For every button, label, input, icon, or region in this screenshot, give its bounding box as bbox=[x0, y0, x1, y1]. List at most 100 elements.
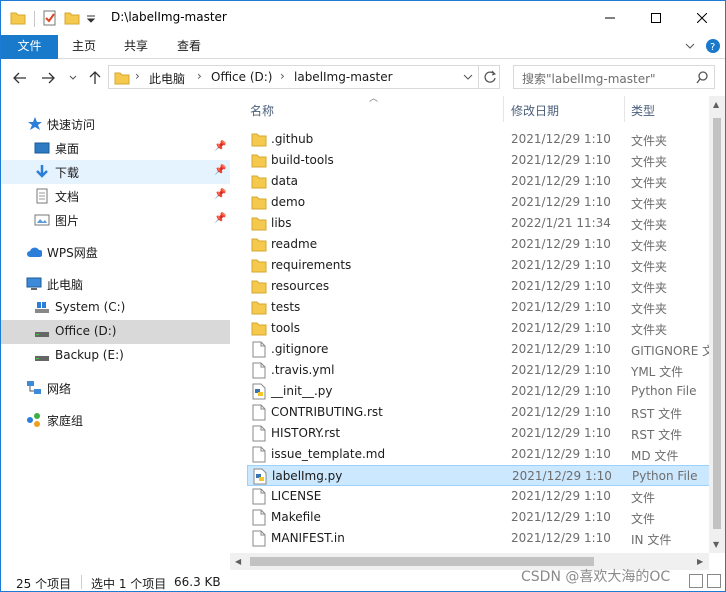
close-button[interactable] bbox=[679, 1, 725, 35]
tab-view[interactable]: 查看 bbox=[168, 35, 210, 59]
file-date: 2021/12/29 1:10 bbox=[511, 279, 611, 293]
file-row[interactable]: HISTORY.rst 2021/12/29 1:10 RST 文件 bbox=[247, 423, 711, 444]
nav-pictures[interactable]: 图片 📌 bbox=[1, 208, 230, 232]
forward-button[interactable] bbox=[39, 69, 57, 87]
folder-row[interactable]: libs 2022/1/21 11:34 文件夹 bbox=[247, 213, 711, 234]
column-divider[interactable] bbox=[503, 96, 504, 122]
file-date: 2021/12/29 1:10 bbox=[511, 510, 611, 524]
vertical-scrollbar[interactable]: ▲ ▼ bbox=[709, 96, 725, 553]
maximize-button[interactable] bbox=[633, 1, 679, 35]
file-row[interactable]: Makefile 2021/12/29 1:10 文件 bbox=[247, 507, 711, 528]
file-date: 2021/12/29 1:10 bbox=[511, 531, 611, 545]
file-row[interactable]: LICENSE 2021/12/29 1:10 文件 bbox=[247, 486, 711, 507]
nav-this-pc[interactable]: 此电脑 bbox=[1, 272, 230, 296]
nav-downloads[interactable]: 下载 📌 bbox=[1, 160, 230, 184]
folder-row[interactable]: build-tools 2021/12/29 1:10 文件夹 bbox=[247, 150, 711, 171]
folder-icon bbox=[251, 196, 267, 210]
breadcrumb-this-pc[interactable]: 此电脑 bbox=[149, 70, 185, 87]
large-icons-view-button[interactable] bbox=[707, 574, 721, 588]
file-row[interactable]: MANIFEST.in 2021/12/29 1:10 IN 文件 bbox=[247, 528, 711, 549]
nav-label: 家庭组 bbox=[47, 414, 84, 428]
nav-drive-d[interactable]: Office (D:) bbox=[1, 320, 230, 344]
scroll-right-icon[interactable]: ▶ bbox=[697, 557, 703, 566]
file-row[interactable]: issue_template.md 2021/12/29 1:10 MD 文件 bbox=[247, 444, 711, 465]
file-name: data bbox=[271, 174, 299, 188]
column-header-type[interactable]: 类型 bbox=[631, 102, 655, 119]
file-date: 2021/12/29 1:10 bbox=[511, 174, 611, 188]
nav-desktop[interactable]: 桌面 📌 bbox=[1, 136, 230, 160]
search-input[interactable]: 搜索"labelImg-master" bbox=[513, 65, 715, 89]
column-header-name[interactable]: 名称 bbox=[250, 102, 274, 119]
customize-quick-access-icon[interactable] bbox=[86, 14, 96, 24]
file-date: 2021/12/29 1:10 bbox=[511, 342, 611, 356]
folder-icon bbox=[251, 322, 267, 336]
folder-row[interactable]: resources 2021/12/29 1:10 文件夹 bbox=[247, 276, 711, 297]
nav-quick-access[interactable]: 快速访问 bbox=[1, 112, 230, 136]
file-name: resources bbox=[271, 279, 330, 293]
file-type: 文件夹 bbox=[631, 218, 668, 232]
file-icon bbox=[252, 530, 266, 547]
expand-ribbon-icon[interactable] bbox=[685, 43, 695, 51]
recent-locations-button[interactable] bbox=[64, 69, 82, 87]
file-type: 文件夹 bbox=[631, 302, 668, 316]
properties-icon[interactable] bbox=[42, 10, 58, 26]
chevron-down-icon[interactable] bbox=[463, 74, 473, 81]
file-name: MANIFEST.in bbox=[271, 531, 345, 545]
file-row[interactable]: .gitignore 2021/12/29 1:10 GITIGNORE 文 bbox=[247, 339, 711, 360]
scroll-up-icon[interactable]: ▲ bbox=[713, 100, 719, 109]
folder-icon bbox=[251, 238, 267, 252]
file-type: 文件 bbox=[631, 512, 656, 526]
nav-documents[interactable]: 文档 📌 bbox=[1, 184, 230, 208]
nav-drive-c[interactable]: System (C:) bbox=[1, 296, 230, 320]
tab-file[interactable]: 文件 bbox=[1, 35, 58, 59]
file-row[interactable]: .travis.yml 2021/12/29 1:10 YML 文件 bbox=[247, 360, 711, 381]
nav-wps-drive[interactable]: WPS网盘 bbox=[1, 240, 230, 264]
scrollbar-thumb[interactable] bbox=[250, 557, 594, 566]
file-type: 文件 bbox=[631, 491, 656, 505]
tab-share[interactable]: 共享 bbox=[115, 35, 157, 59]
file-icon bbox=[252, 341, 266, 358]
star-icon bbox=[28, 117, 42, 130]
column-divider[interactable] bbox=[624, 96, 625, 122]
folder-row[interactable]: tests 2021/12/29 1:10 文件夹 bbox=[247, 297, 711, 318]
help-icon[interactable]: ? bbox=[706, 39, 720, 53]
details-view-button[interactable] bbox=[689, 574, 703, 588]
pin-icon: 📌 bbox=[214, 165, 227, 176]
scroll-left-icon[interactable]: ◀ bbox=[235, 557, 241, 566]
column-headers: ︿ 名称 修改日期 类型 bbox=[230, 94, 725, 122]
breadcrumb-separator: › bbox=[280, 69, 285, 83]
file-type: 文件夹 bbox=[631, 197, 668, 211]
scrollbar-thumb[interactable] bbox=[713, 118, 721, 529]
file-date: 2021/12/29 1:10 bbox=[511, 321, 611, 335]
refresh-icon[interactable] bbox=[483, 70, 497, 84]
file-date: 2021/12/29 1:10 bbox=[512, 469, 612, 483]
folder-row[interactable]: data 2021/12/29 1:10 文件夹 bbox=[247, 171, 711, 192]
minimize-button[interactable] bbox=[587, 1, 633, 35]
scroll-down-icon[interactable]: ▼ bbox=[713, 540, 719, 549]
file-type: 文件夹 bbox=[631, 260, 668, 274]
file-row[interactable]: CONTRIBUTING.rst 2021/12/29 1:10 RST 文件 bbox=[247, 402, 711, 423]
file-date: 2021/12/29 1:10 bbox=[511, 489, 611, 503]
nav-homegroup[interactable]: 家庭组 bbox=[1, 408, 230, 432]
pin-icon: 📌 bbox=[214, 213, 227, 224]
nav-label: 下载 bbox=[55, 166, 80, 180]
breadcrumb-office-drive[interactable]: Office (D:) bbox=[211, 70, 273, 84]
breadcrumb-labelimg-master[interactable]: labelImg-master bbox=[294, 70, 393, 84]
file-row[interactable]: __init__.py 2021/12/29 1:10 Python File bbox=[247, 381, 711, 402]
folder-row[interactable]: .github 2021/12/29 1:10 文件夹 bbox=[247, 129, 711, 150]
new-folder-icon[interactable] bbox=[64, 10, 80, 26]
folder-row[interactable]: requirements 2021/12/29 1:10 文件夹 bbox=[247, 255, 711, 276]
folder-row[interactable]: readme 2021/12/29 1:10 文件夹 bbox=[247, 234, 711, 255]
nav-network[interactable]: 网络 bbox=[1, 376, 230, 400]
folder-row[interactable]: demo 2021/12/29 1:10 文件夹 bbox=[247, 192, 711, 213]
file-name: HISTORY.rst bbox=[271, 426, 341, 440]
address-bar[interactable]: › 此电脑 › Office (D:) › labelImg-master bbox=[108, 65, 500, 89]
nav-drive-e[interactable]: Backup (E:) bbox=[1, 344, 230, 368]
folder-row[interactable]: tools 2021/12/29 1:10 文件夹 bbox=[247, 318, 711, 339]
up-button[interactable] bbox=[86, 69, 104, 87]
tab-home[interactable]: 主页 bbox=[63, 35, 105, 59]
file-row[interactable]: labelImg.py 2021/12/29 1:10 Python File bbox=[247, 465, 711, 486]
column-header-date[interactable]: 修改日期 bbox=[511, 102, 559, 119]
back-button[interactable] bbox=[11, 69, 29, 87]
arrow-up-icon bbox=[89, 71, 101, 84]
